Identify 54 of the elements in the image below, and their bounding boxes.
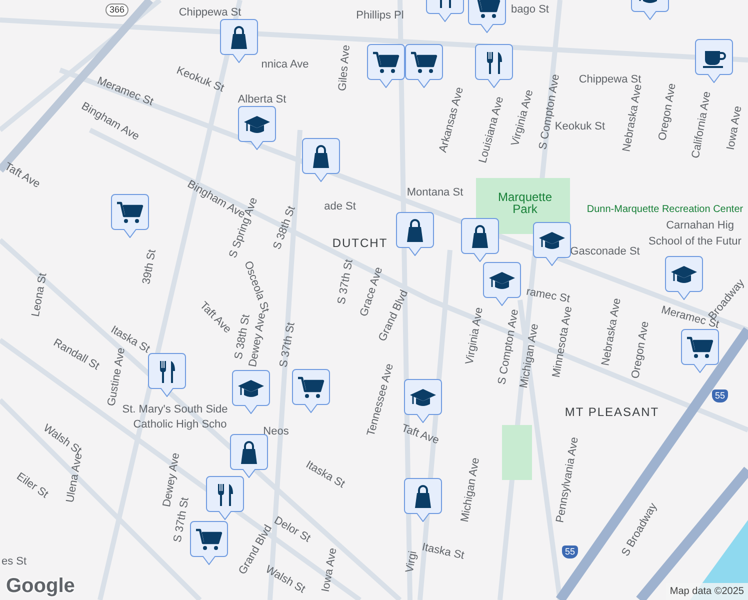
street-label: S 37th St	[278, 322, 298, 368]
street-label: Nebraska Ave	[600, 297, 624, 367]
street-label: Arkansas Ave	[438, 86, 466, 154]
street-label: Minnesota Ave	[551, 306, 575, 378]
street-label: Taft Ave	[400, 423, 440, 447]
place-label: School of the Futur	[648, 236, 742, 248]
place-label: Carnahan Hig	[666, 220, 734, 232]
street-label: Chippewa St	[178, 8, 242, 18]
street-label: Ulena Ave	[65, 452, 85, 504]
place-label: St. Mary's South Side	[122, 404, 228, 416]
street-label: Giles Ave	[338, 44, 352, 92]
street-label: Phillips Pl	[356, 10, 404, 22]
street-label: S 37th St	[336, 258, 356, 306]
street-label: S 38th St	[272, 204, 298, 252]
interstate-shield: 55	[562, 546, 578, 558]
street-label: Virginia Ave	[464, 306, 486, 366]
district-label: MT PLEASANT	[564, 406, 660, 418]
street-label: Nebraska Ave	[622, 83, 644, 153]
street-label: Itaska St	[420, 542, 466, 562]
street-label: Delor St	[272, 515, 312, 545]
street-label: Michigan Ave	[518, 322, 542, 390]
street-label: Eiler St	[14, 471, 50, 501]
street-label: Oregon Ave	[658, 82, 678, 142]
route-shield: 366	[105, 4, 129, 16]
street-label: Iowa Ave	[726, 105, 744, 151]
street-label: Keokuk St	[554, 122, 606, 132]
street-label: Virgi	[404, 550, 420, 574]
place-label: Catholic High Scho	[133, 420, 227, 430]
street-label: Montana St	[406, 188, 464, 198]
street-label: Virginia Ave	[510, 88, 536, 148]
street-label: Leona St	[30, 272, 50, 318]
street-label: nnica Ave	[261, 60, 309, 70]
street-label: Alberta St	[238, 94, 286, 106]
street-label: bago St	[511, 4, 549, 16]
street-label: Oregon Ave	[630, 320, 652, 380]
street-label: Osceola St	[242, 260, 270, 314]
street-label: Michigan Ave	[460, 456, 482, 524]
street-label: California Ave	[690, 90, 714, 160]
street-label: ramec St	[525, 286, 571, 306]
street-label: Gasconade St	[570, 246, 640, 258]
street-label: Taft Ave	[197, 300, 233, 336]
park-label: Marquette Park	[496, 191, 554, 215]
street-label: S 37th St	[172, 496, 192, 544]
street-label: 39th St	[142, 248, 158, 286]
district-label: DUTCHT	[332, 237, 388, 249]
street-label: Chippewa St	[578, 74, 642, 86]
street-label: ade St	[324, 202, 356, 212]
street-label: es St	[1, 556, 27, 568]
interstate-shield: 55	[712, 390, 728, 402]
map-logo: Google	[6, 576, 75, 596]
park-label: Dunn-Marquette Recreation Center	[586, 205, 744, 215]
street-label: Taft Ave	[2, 162, 42, 190]
street-label: Iowa Ave	[320, 547, 340, 593]
street-label: Neos	[263, 426, 289, 438]
